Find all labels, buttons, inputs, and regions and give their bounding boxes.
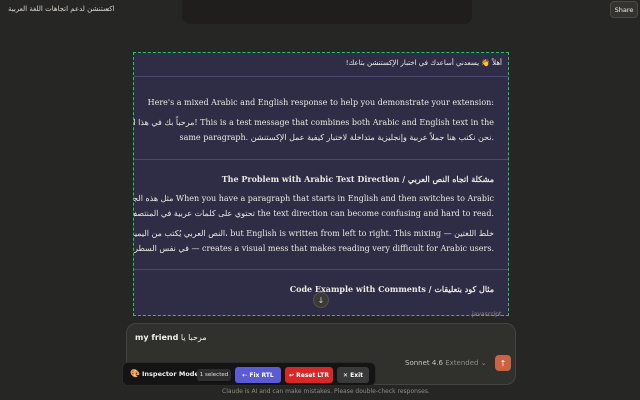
reset-ltr-label: Reset LTR [296,371,329,379]
problem-paragraph-line-2: تحتوي على كلمات عربية في المنتصف the tex… [133,209,494,218]
rtl-arrows-icon: ⇠ [242,371,250,379]
reset-ltr-button[interactable]: ↩ Reset LTR [285,367,333,383]
selection-count-badge: 1 selected [197,369,231,381]
problem-paragraph-line-1: مثل هذه الجملة التي When you have a para… [133,194,494,203]
previous-message-card [182,0,472,24]
disclaimer-text: Claude is AI and can make mistakes. Plea… [222,388,430,395]
code-language-label: javascript [472,311,502,318]
conversation-title[interactable]: اكستنشن لدعم اتجاهات اللغة العربية [8,5,114,13]
share-button[interactable]: Share [610,1,638,18]
divider [134,269,508,270]
chevron-down-icon: ⌄ [480,359,487,367]
inspector-title: Inspector Mode [142,370,199,378]
chevron-down-icon[interactable]: ⌄ [104,3,111,12]
model-name: Sonnet 4.6 [405,359,444,367]
heading-text-direction: The Problem with Arabic Text Direction /… [221,174,494,184]
inspector-toolbar: 🎨 Inspector Mode 1 selected ⇠ Fix RTL ↩ … [122,362,376,386]
mixing-paragraph-line-2: في نفس السطر — creates a visual mess tha… [134,244,494,253]
fix-rtl-button[interactable]: ⇠ Fix RTL [235,367,281,383]
composer-input[interactable]: my friend مرحبا يا [135,333,207,342]
mixed-paragraph-line-1: مرحباً بك في هذا الاختبار! This is a tes… [133,118,494,127]
model-selector[interactable]: Sonnet 4.6 Extended ⌄ [405,359,487,367]
composer-text-bold: my friend [135,333,179,342]
close-icon: ✕ [342,371,351,379]
model-mode: Extended [445,359,479,367]
exit-label: Exit [350,371,364,379]
mixed-paragraph-line-2: same paragraph. نحن نكتب هنا جملاً عربية… [179,133,494,142]
send-button[interactable]: ↑ [495,355,511,371]
intro-paragraph: Here's a mixed Arabic and English respon… [147,98,494,107]
assistant-message-selected[interactable]: أهلاً 👋 يسعدني أساعدك في اختبار الإكستنش… [133,52,509,316]
palette-icon: 🎨 [130,369,140,378]
scroll-down-icon[interactable]: ↓ [313,292,329,308]
exit-button[interactable]: ✕ Exit [337,367,369,383]
arrow-up-icon: ↑ [499,358,507,368]
undo-icon: ↩ [289,371,297,379]
divider [134,159,508,160]
mixing-paragraph-line-1: النص العربي يُكتب من اليمين إلى اليسار، … [134,229,494,238]
greeting-text: أهلاً 👋 يسعدني أساعدك في اختبار الإكستنش… [345,59,502,67]
fix-rtl-label: Fix RTL [249,371,274,379]
composer-text-arabic: مرحبا يا [180,333,207,342]
message-greeting-row: أهلاً 👋 يسعدني أساعدك في اختبار الإكستنش… [134,53,508,77]
